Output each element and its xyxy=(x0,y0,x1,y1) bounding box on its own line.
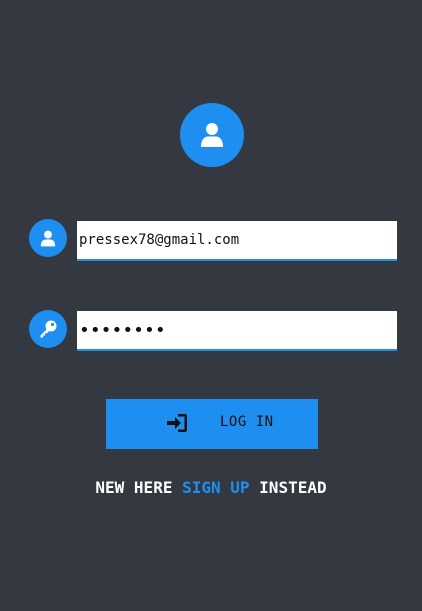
key-icon xyxy=(40,320,57,338)
login-screen: •••••••• LOG IN NEW HERE SIGN UP INSTEAD xyxy=(0,0,422,611)
email-field[interactable] xyxy=(77,221,397,261)
signup-prefix: NEW HERE xyxy=(95,478,173,497)
email-field-icon xyxy=(29,219,67,257)
signup-suffix: INSTEAD xyxy=(259,478,327,497)
signup-prompt: NEW HERE SIGN UP INSTEAD xyxy=(0,478,422,497)
sign-in-icon xyxy=(167,414,187,432)
user-icon xyxy=(40,230,56,246)
password-value: •••••••• xyxy=(79,319,166,341)
user-icon xyxy=(201,123,223,147)
password-field-icon xyxy=(29,310,67,348)
password-field[interactable]: •••••••• xyxy=(77,311,397,351)
login-button[interactable]: LOG IN xyxy=(106,399,318,449)
login-button-label: LOG IN xyxy=(220,414,274,430)
avatar xyxy=(180,103,244,167)
signup-link[interactable]: SIGN UP xyxy=(182,478,249,497)
